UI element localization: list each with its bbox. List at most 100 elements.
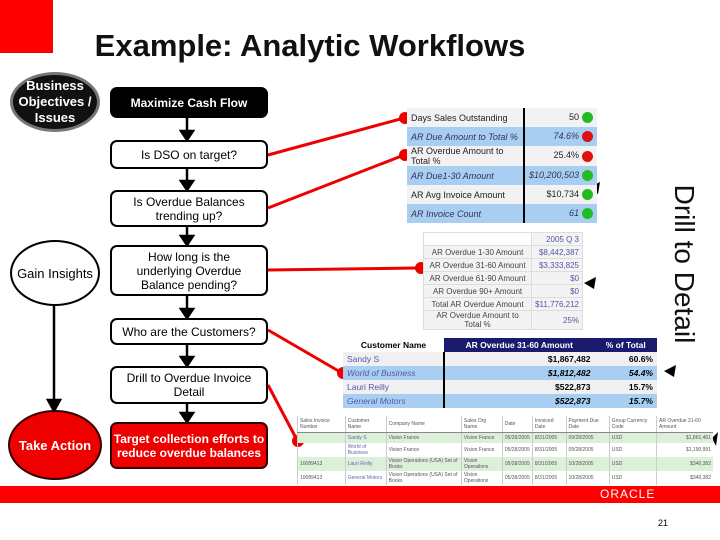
- gain-insights-ellipse: Gain Insights: [10, 240, 100, 306]
- invoice-cell: Vision Operations (USA) Set of Books: [385, 471, 462, 485]
- kpi-label: AR Overdue Amount to Total %: [407, 146, 524, 166]
- take-action-ellipse: Take Action: [8, 410, 102, 480]
- invoice-cell: Vision France: [385, 432, 462, 443]
- overdue-value: $3,333,825: [531, 258, 583, 272]
- invoice-cell: $1,861,461: [656, 432, 713, 443]
- kpi-label: AR Due Amount to Total %: [407, 127, 524, 146]
- step-maximize-cash-flow: Maximize Cash Flow: [110, 87, 268, 118]
- invoice-cell: USD: [608, 457, 657, 471]
- kpi-value: 61: [568, 207, 579, 218]
- kpi-value-cell: 74.6%: [522, 127, 597, 146]
- invoice-col-header: Customer Name: [344, 416, 387, 433]
- invoice-cell: 09/28/2005: [565, 432, 610, 443]
- invoice-cell: 10089413: [297, 457, 346, 471]
- business-objectives-ellipse: Business Objectives / Issues: [10, 72, 100, 132]
- overdue-value: $0: [531, 271, 583, 285]
- overdue-row: AR Overdue 90+ Amount $0: [422, 284, 583, 298]
- customer-cell: 54.4%: [594, 366, 657, 380]
- invoice-cell: Vision France: [460, 432, 503, 443]
- invoice-table: Sales Invoice Number Customer Name Company…: [297, 416, 713, 485]
- invoice-cell: [297, 443, 346, 457]
- invoice-cell: 05/28/2005: [501, 471, 533, 485]
- invoice-row: 10089413 General Motors Vision Operations …: [297, 471, 713, 485]
- invoice-cell: 8/31/2005: [531, 471, 566, 485]
- kpi-value: 50: [568, 111, 579, 122]
- overdue-label: AR Overdue 31-60 Amount: [422, 258, 533, 272]
- invoice-cell: 10089413: [297, 471, 346, 485]
- overdue-label: Total AR Overdue Amount: [422, 297, 533, 311]
- invoice-cell: 10/28/2005: [565, 471, 610, 485]
- overdue-row: AR Overdue 1-30 Amount $8,442,387: [422, 245, 583, 259]
- step-target-collection: Target collection efforts to reduce over…: [110, 422, 268, 469]
- invoice-cell: $340,382: [656, 471, 713, 485]
- customer-name-link[interactable]: General Motors: [343, 394, 445, 408]
- overdue-table: 2005 Q 3 AR Overdue 1-30 Amount $8,442,387…: [422, 232, 583, 330]
- invoice-cell: Vision France: [385, 443, 462, 457]
- customer-row: Lauri Reilly $522,873 15.7%: [343, 380, 657, 394]
- kpi-row: AR Due1-30 Amount $10,200,503: [407, 166, 597, 185]
- invoice-cell: Vision Operations: [460, 471, 503, 485]
- step-how-long-pending: How long is the underlying Overdue Balan…: [110, 245, 268, 296]
- kpi-value: $10,734: [546, 188, 579, 199]
- invoice-cell: 05/28/2005: [501, 443, 533, 457]
- red-status-icon: [582, 131, 593, 143]
- green-status-icon: [582, 170, 593, 182]
- overdue-label: AR Overdue 90+ Amount: [422, 284, 533, 298]
- invoice-cell: USD: [608, 432, 657, 443]
- overdue-label: AR Overdue 61-90 Amount: [422, 271, 533, 285]
- invoice-cell: Vision France: [460, 443, 503, 457]
- step-dso-on-target: Is DSO on target?: [110, 140, 268, 169]
- overdue-row: AR Overdue Amount to Total % 25%: [422, 310, 583, 330]
- invoice-cell: 8/31/2005: [531, 443, 566, 457]
- invoice-row: 10089413 Lauri Reilly Vision Operations (U…: [297, 457, 713, 471]
- invoice-cell: 8/31/2005: [531, 457, 566, 471]
- customer-cell: 15.7%: [594, 380, 657, 394]
- invoice-cell: 8/31/2005: [531, 432, 566, 443]
- oracle-logo: ORACLE: [600, 487, 656, 501]
- customer-table: Customer Name AR Overdue 31-60 Amount % …: [343, 338, 657, 408]
- kpi-row: Days Sales Outstanding 50: [407, 108, 597, 127]
- invoice-cell: USD: [608, 471, 657, 485]
- period-header: 2005 Q 3: [531, 232, 583, 246]
- invoice-row: Sandy S Vision France Vision France 05/28/2…: [297, 432, 713, 443]
- customer-cell: 15.7%: [594, 394, 657, 408]
- invoice-cell: Vision Operations: [460, 457, 503, 471]
- customer-cell: $522,873: [443, 380, 595, 394]
- kpi-value-cell: $10,200,503: [522, 166, 597, 185]
- overdue-row: AR Overdue 61-90 Amount $0: [422, 271, 583, 285]
- red-status-icon: [582, 150, 593, 162]
- invoice-cell: USD: [608, 443, 657, 457]
- step-who-customers: Who are the Customers?: [110, 318, 268, 345]
- customer-cell: 60.6%: [594, 352, 657, 366]
- invoice-col-header: Company Name: [385, 416, 462, 433]
- customer-name-link[interactable]: World of Business: [343, 366, 445, 380]
- kpi-value-cell: $10,734: [522, 185, 597, 204]
- invoice-cell: 05/28/2005: [501, 432, 533, 443]
- col-overdue-amount: AR Overdue 31-60 Amount: [444, 338, 595, 352]
- invoice-cell: $340,382: [656, 457, 713, 471]
- invoice-cell[interactable]: General Motors: [344, 471, 387, 485]
- invoice-cell[interactable]: World of Business: [344, 443, 387, 457]
- col-customer-name: Customer Name: [343, 338, 445, 352]
- invoice-col-header: Date: [501, 416, 533, 433]
- kpi-value: $10,200,503: [528, 169, 579, 180]
- customer-name-link[interactable]: Lauri Reilly: [343, 380, 445, 394]
- overdue-value: $8,442,387: [531, 245, 583, 259]
- overdue-label: AR Overdue Amount to Total %: [422, 310, 533, 330]
- invoice-cell: [297, 432, 346, 443]
- customer-name-link[interactable]: Sandy S: [343, 352, 445, 366]
- invoice-cell[interactable]: Sandy S: [344, 432, 387, 443]
- invoice-col-header: Sales Org Name: [460, 416, 503, 433]
- drill-to-detail-label: Drill to Detail: [669, 184, 700, 344]
- overdue-label: AR Overdue 1-30 Amount: [422, 245, 533, 259]
- invoice-cell: Vision Operations (USA) Set of Books: [385, 457, 462, 471]
- invoice-cell[interactable]: Lauri Reilly: [344, 457, 387, 471]
- col-pct-total: % of Total: [594, 338, 657, 352]
- invoice-cell: 05/28/2005: [501, 457, 533, 471]
- kpi-table: Days Sales Outstanding 50 AR Due Amount to…: [407, 108, 597, 223]
- kpi-value: 25.4%: [553, 150, 579, 161]
- kpi-row: AR Avg Invoice Amount $10,734: [407, 185, 597, 204]
- green-status-icon: [582, 189, 593, 201]
- kpi-row: AR Invoice Count 61: [407, 204, 597, 223]
- kpi-label: AR Invoice Count: [407, 204, 524, 223]
